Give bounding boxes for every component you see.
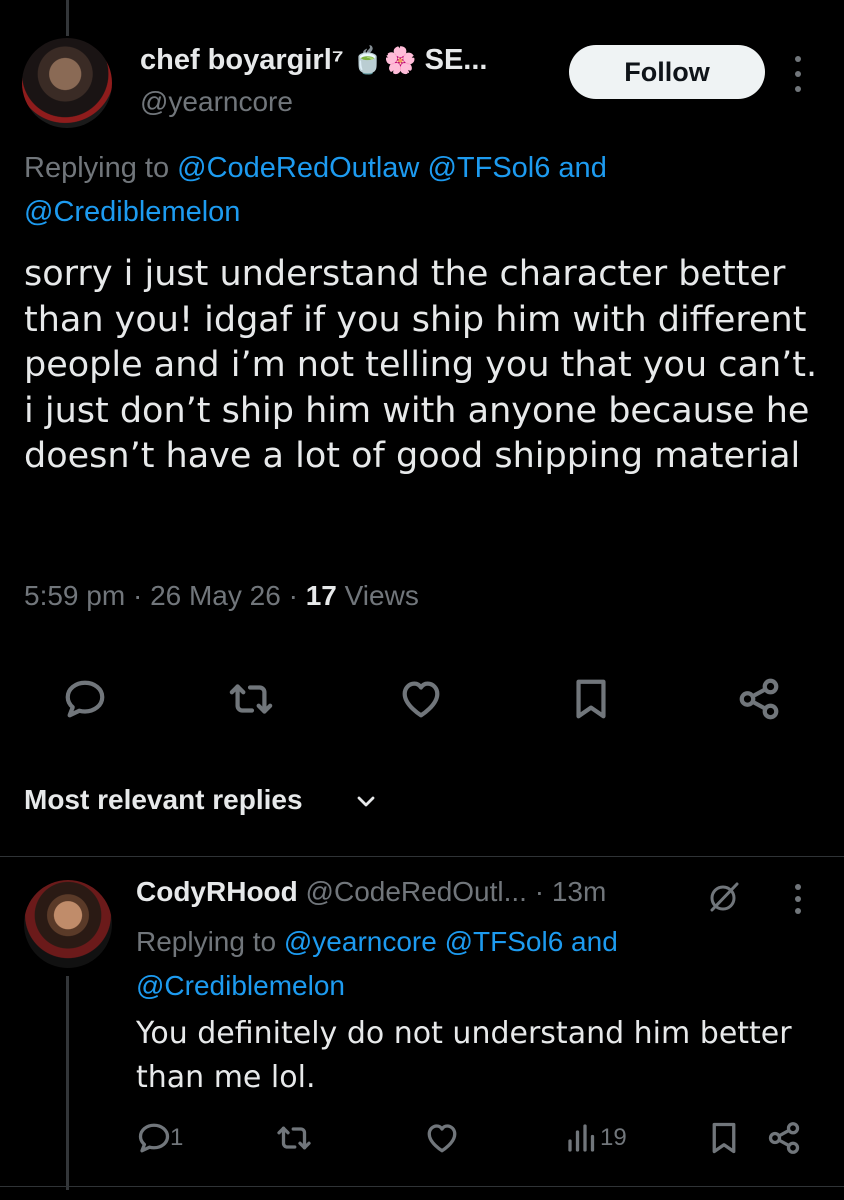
more-options-icon[interactable] bbox=[788, 56, 808, 92]
grok-icon[interactable] bbox=[706, 880, 742, 914]
views-label: Views bbox=[336, 580, 419, 611]
reply-display-name[interactable]: CodyRHood bbox=[136, 876, 298, 907]
user-handle[interactable]: @yearncore bbox=[140, 86, 293, 118]
separator: · bbox=[280, 580, 306, 611]
reply-action-bar: 1 19 bbox=[0, 1120, 844, 1160]
tweet-date[interactable]: 26 May 26 bbox=[150, 580, 281, 611]
replies-sort-label[interactable]: Most relevant replies bbox=[24, 784, 303, 816]
like-icon[interactable] bbox=[424, 1120, 460, 1156]
reply-icon[interactable] bbox=[136, 1120, 172, 1156]
reply-icon[interactable] bbox=[62, 676, 108, 722]
avatar[interactable] bbox=[22, 38, 112, 128]
reply-avatar[interactable] bbox=[24, 880, 112, 968]
tweet-action-bar bbox=[0, 676, 844, 726]
share-icon[interactable] bbox=[766, 1120, 802, 1156]
like-icon[interactable] bbox=[398, 676, 444, 722]
mention-link[interactable]: @Crediblemelon bbox=[136, 970, 345, 1001]
mention-link[interactable]: @TFSol6 bbox=[427, 152, 550, 184]
mention-link[interactable]: @CodeRedOutlaw bbox=[177, 152, 419, 184]
replying-prefix: Replying to bbox=[24, 152, 178, 184]
replying-and[interactable]: and bbox=[563, 926, 618, 957]
retweet-icon[interactable] bbox=[276, 1120, 312, 1156]
retweet-icon[interactable] bbox=[228, 676, 274, 722]
mention-link[interactable]: @yearncore bbox=[284, 926, 437, 957]
replying-prefix: Replying to bbox=[136, 926, 284, 957]
mention-link[interactable]: @TFSol6 bbox=[445, 926, 564, 957]
share-icon[interactable] bbox=[736, 676, 782, 722]
replying-and[interactable]: and bbox=[550, 152, 606, 184]
reply-text: You definitely do not understand him bet… bbox=[136, 1016, 792, 1095]
views-icon[interactable] bbox=[564, 1120, 600, 1156]
chevron-down-icon[interactable] bbox=[354, 792, 378, 812]
reply-more-options-icon[interactable] bbox=[788, 884, 808, 914]
reply-timestamp: · 13m bbox=[526, 876, 607, 907]
reply-handle[interactable]: @CodeRedOutl... bbox=[298, 876, 527, 907]
bookmark-icon[interactable] bbox=[706, 1120, 742, 1156]
reply-header: CodyRHood @CodeRedOutl... · 13m bbox=[136, 876, 606, 908]
divider bbox=[0, 856, 844, 857]
mention-link[interactable]: @Crediblemelon bbox=[24, 196, 240, 228]
bookmark-icon[interactable] bbox=[568, 676, 614, 722]
views-count: 17 bbox=[305, 580, 337, 611]
views-count: 19 bbox=[600, 1124, 627, 1151]
tweet-time[interactable]: 5:59 pm bbox=[24, 580, 125, 611]
divider bbox=[0, 1186, 844, 1187]
replying-to-line: Replying to @CodeRedOutlaw @TFSol6 and @C… bbox=[24, 146, 824, 234]
name-emojis: 🍵🌸 bbox=[351, 45, 417, 75]
reply-replying-to-line: Replying to @yearncore @TFSol6 and @Credi… bbox=[136, 920, 816, 1008]
thread-line-top bbox=[66, 0, 69, 36]
display-name-text: chef boyargirl⁷ bbox=[140, 44, 352, 76]
display-name-suffix: SE... bbox=[416, 44, 488, 76]
tweet-text: sorry i just understand the character be… bbox=[24, 254, 818, 476]
tweet-meta: 5:59 pm · 26 May 26 · 17 Views bbox=[24, 580, 419, 612]
display-name[interactable]: chef boyargirl⁷ 🍵🌸 SE... bbox=[140, 44, 487, 77]
separator: · bbox=[125, 580, 151, 611]
reply-count: 1 bbox=[170, 1124, 184, 1151]
follow-button[interactable]: Follow bbox=[569, 45, 765, 99]
